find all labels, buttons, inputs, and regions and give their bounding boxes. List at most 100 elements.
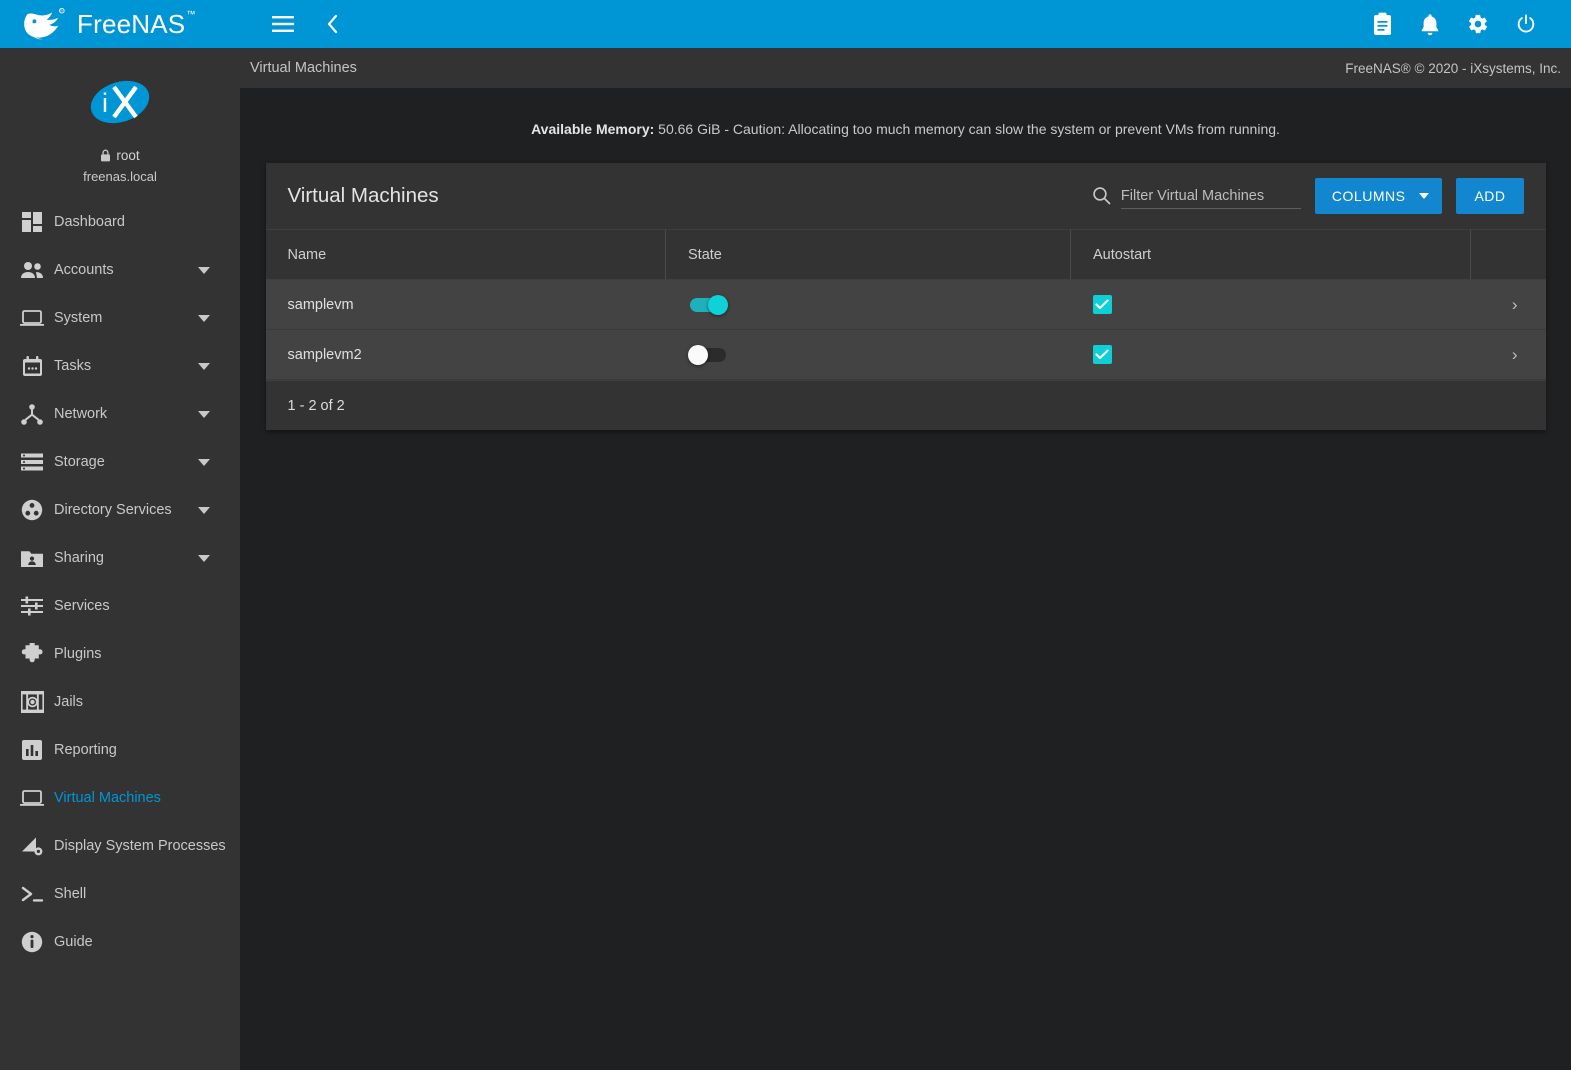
- sidebar-item-storage[interactable]: Storage: [0, 438, 240, 486]
- sidebar-item-label: Display System Processes: [54, 838, 226, 854]
- toggle-knob: [688, 345, 708, 365]
- sidebar-item-label: Guide: [54, 934, 226, 950]
- check-icon: [1095, 299, 1109, 310]
- notifications-bell-icon[interactable]: [1413, 7, 1447, 41]
- brand-trademark: ™: [186, 9, 195, 19]
- columns-button-label: COLUMNS: [1332, 188, 1406, 204]
- power-icon[interactable]: [1509, 7, 1543, 41]
- body-row: i root freenas.local Dashboard: [0, 48, 1571, 1070]
- sidebar-item-tasks[interactable]: Tasks: [0, 342, 240, 390]
- sidebar-item-system[interactable]: System: [0, 294, 240, 342]
- jails-icon: [10, 691, 54, 713]
- state-toggle[interactable]: [688, 345, 728, 365]
- top-bar-actions: [240, 0, 1571, 48]
- chevron-down-icon[interactable]: [198, 459, 210, 466]
- system-laptop-icon: [10, 309, 54, 327]
- available-memory-text: 50.66 GiB - Caution: Allocating too much…: [654, 121, 1280, 137]
- storage-list-icon: [10, 453, 54, 471]
- brand-logo-area: R FreeNAS ™: [0, 0, 240, 48]
- sidebar-item-display-system-processes[interactable]: Display System Processes: [0, 822, 240, 870]
- sidebar-item-label: Accounts: [54, 262, 198, 278]
- sidebar-item-services[interactable]: Services: [0, 582, 240, 630]
- sidebar-item-virtual-machines[interactable]: Virtual Machines: [0, 774, 240, 822]
- settings-gear-icon[interactable]: [1461, 7, 1495, 41]
- table-pagination: 1 - 2 of 2: [266, 380, 1546, 430]
- services-sliders-icon: [10, 596, 54, 616]
- sidebar-item-label: System: [54, 310, 198, 326]
- sidebar-item-jails[interactable]: Jails: [0, 678, 240, 726]
- search-input[interactable]: [1121, 183, 1301, 209]
- cell-vm-name: samplevm2: [266, 330, 666, 380]
- card-header: Virtual Machines COLUMNS ADD: [266, 163, 1546, 229]
- column-header-state[interactable]: State: [666, 230, 1071, 280]
- sidebar-item-label: Jails: [54, 694, 226, 710]
- top-bar: R FreeNAS ™: [0, 0, 1571, 48]
- sidebar-hostname: freenas.local: [0, 169, 240, 184]
- sidebar-item-plugins[interactable]: Plugins: [0, 630, 240, 678]
- sidebar-item-label: Sharing: [54, 550, 198, 566]
- sidebar-item-label: Directory Services: [54, 502, 198, 518]
- chevron-down-icon[interactable]: [198, 507, 210, 514]
- sidebar-item-label: Shell: [54, 886, 226, 902]
- sidebar-username: root: [116, 148, 139, 163]
- chevron-down-icon[interactable]: [198, 267, 210, 274]
- column-header-actions: [1471, 230, 1546, 280]
- hamburger-menu-icon[interactable]: [266, 7, 300, 41]
- sharing-folder-icon: [10, 549, 54, 568]
- sidebar: i root freenas.local Dashboard: [0, 48, 240, 1070]
- sidebar-item-accounts[interactable]: Accounts: [0, 246, 240, 294]
- sidebar-item-label: Storage: [54, 454, 198, 470]
- sidebar-item-label: Services: [54, 598, 226, 614]
- column-header-autostart[interactable]: Autostart: [1071, 230, 1471, 280]
- virtual-machines-card: Virtual Machines COLUMNS ADD: [266, 163, 1546, 430]
- table-row[interactable]: samplevm: [266, 280, 1546, 330]
- sidebar-item-label: Tasks: [54, 358, 198, 374]
- sidebar-item-label: Reporting: [54, 742, 226, 758]
- sidebar-item-guide[interactable]: Guide: [0, 918, 240, 966]
- autostart-checkbox[interactable]: [1093, 345, 1112, 364]
- columns-button[interactable]: COLUMNS: [1315, 178, 1443, 214]
- available-memory-label: Available Memory:: [531, 121, 654, 137]
- sidebar-item-shell[interactable]: Shell: [0, 870, 240, 918]
- chevron-left-icon[interactable]: [316, 7, 350, 41]
- cell-vm-name: samplevm: [266, 280, 666, 330]
- top-bar-right-icons: [1365, 7, 1553, 41]
- column-header-name[interactable]: Name: [266, 230, 666, 280]
- add-button[interactable]: ADD: [1456, 178, 1523, 214]
- task-manager-icon[interactable]: [1365, 7, 1399, 41]
- table-body: samplevm: [266, 280, 1546, 380]
- table-row[interactable]: samplevm2: [266, 330, 1546, 380]
- guide-info-icon: [10, 931, 54, 953]
- chevron-right-icon[interactable]: ›: [1512, 295, 1518, 314]
- svg-text:i: i: [102, 88, 108, 118]
- chevron-down-icon[interactable]: [198, 411, 210, 418]
- chevron-down-icon[interactable]: [198, 555, 210, 562]
- chevron-right-icon[interactable]: ›: [1512, 345, 1518, 364]
- sidebar-item-directory-services[interactable]: Directory Services: [0, 486, 240, 534]
- sidebar-item-network[interactable]: Network: [0, 390, 240, 438]
- chevron-down-icon[interactable]: [198, 363, 210, 370]
- brand-name: FreeNAS: [77, 9, 185, 39]
- available-memory-banner: Available Memory: 50.66 GiB - Caution: A…: [240, 88, 1571, 163]
- search-icon[interactable]: [1092, 186, 1111, 205]
- autostart-checkbox[interactable]: [1093, 295, 1112, 314]
- sidebar-username-row: root: [0, 148, 240, 163]
- sidebar-user-block: i root freenas.local: [0, 48, 240, 198]
- shell-prompt-icon: [10, 886, 54, 903]
- breadcrumb-bar: Virtual Machines FreeNAS® © 2020 - iXsys…: [240, 48, 1571, 88]
- toggle-knob: [708, 295, 728, 315]
- lock-icon: [100, 149, 111, 162]
- chevron-down-icon: [1419, 193, 1429, 199]
- cell-vm-state: [666, 280, 1071, 330]
- sidebar-item-sharing[interactable]: Sharing: [0, 534, 240, 582]
- virtual-machines-icon: [10, 789, 54, 807]
- reporting-chart-icon: [10, 740, 54, 760]
- sidebar-item-label: Virtual Machines: [54, 790, 226, 806]
- state-toggle[interactable]: [688, 295, 728, 315]
- sidebar-item-dashboard[interactable]: Dashboard: [0, 198, 240, 246]
- network-nodes-icon: [10, 404, 54, 425]
- cell-expand: ›: [1471, 330, 1546, 380]
- sidebar-item-reporting[interactable]: Reporting: [0, 726, 240, 774]
- freenas-fish-logo-icon: R: [22, 7, 68, 41]
- chevron-down-icon[interactable]: [198, 315, 210, 322]
